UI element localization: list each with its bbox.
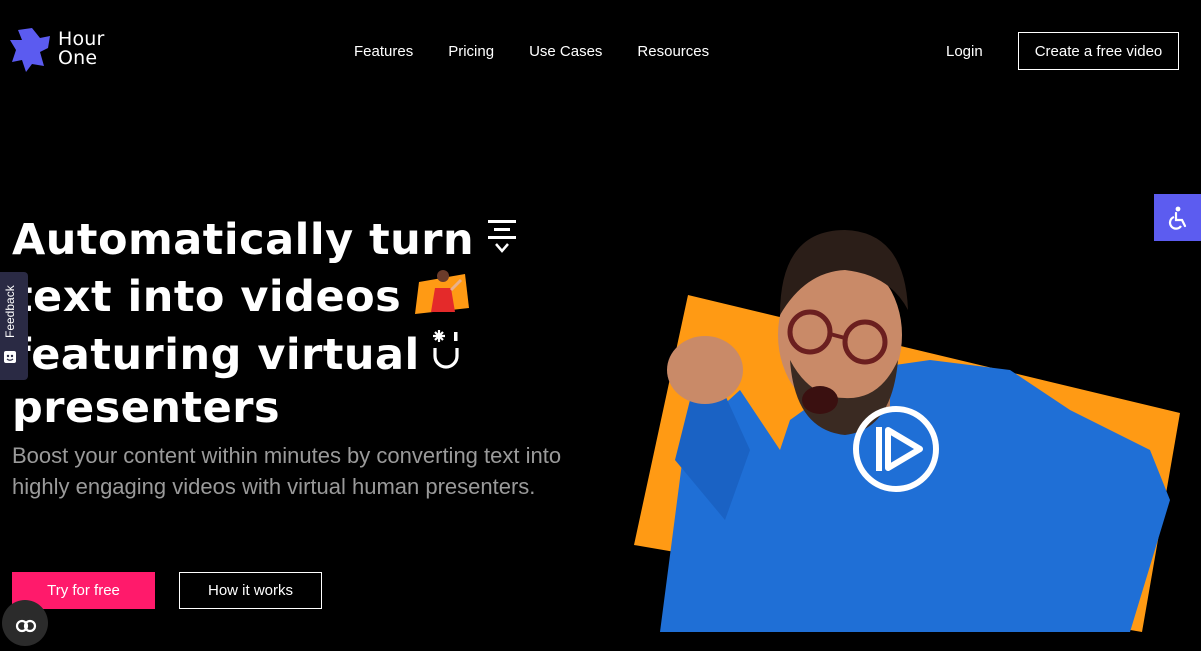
chat-icon — [15, 619, 37, 633]
feedback-smile-icon — [4, 351, 16, 363]
logo-text: Hour One — [58, 30, 105, 68]
logo-line-2: One — [58, 47, 98, 69]
presenter-thumbnail-icon — [413, 266, 471, 328]
hero-subtext: Boost your content within minutes by con… — [12, 443, 562, 499]
login-link[interactable]: Login — [946, 43, 983, 60]
how-it-works-button[interactable]: How it works — [179, 572, 322, 609]
nav-pricing[interactable]: Pricing — [448, 43, 494, 60]
headline-line-2: text into videos — [12, 272, 402, 322]
text-lines-icon — [486, 214, 518, 266]
hero-headline: Automatically turn text into videos feat… — [12, 214, 518, 434]
nav-resources[interactable]: Resources — [637, 43, 709, 60]
feedback-label: Feedback — [3, 285, 17, 338]
headline-line-1: Automatically turn — [12, 215, 475, 265]
nav-use-cases[interactable]: Use Cases — [529, 43, 602, 60]
headline-line-3: featuring virtual — [12, 330, 420, 380]
hero-presenter-image — [630, 220, 1201, 632]
nav-features[interactable]: Features — [354, 43, 413, 60]
presenter-fist — [667, 336, 743, 404]
hour-one-logo-icon — [10, 28, 50, 72]
headline-line-4: presenters — [12, 383, 281, 433]
chat-widget-button[interactable] — [2, 600, 48, 646]
sparkle-smile-icon — [432, 328, 462, 382]
logo[interactable]: Hour One — [10, 26, 105, 72]
main-nav: Features Pricing Use Cases Resources — [354, 43, 744, 60]
create-free-video-button[interactable]: Create a free video — [1018, 32, 1179, 70]
